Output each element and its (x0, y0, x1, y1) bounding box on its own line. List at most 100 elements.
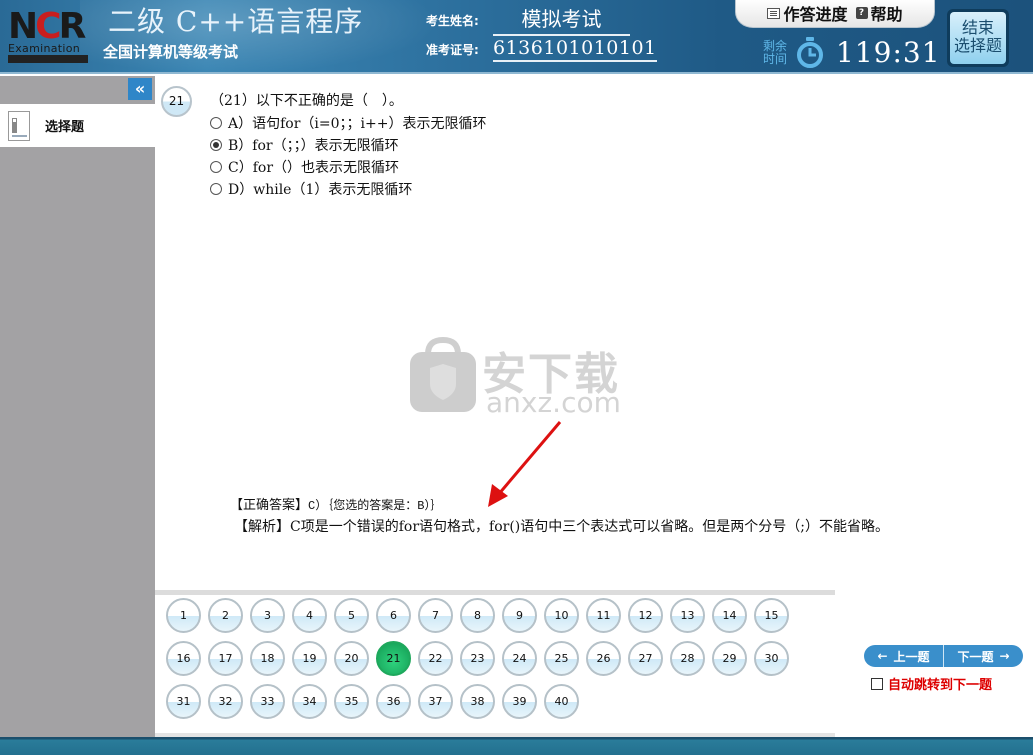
logo-subbar (8, 55, 88, 63)
question-button-4[interactable]: 4 (292, 598, 327, 633)
radio-a[interactable] (210, 117, 222, 129)
candidate-name-value: 模拟考试 (493, 3, 630, 36)
end-button-line1: 结束 (961, 18, 994, 37)
analysis-label: 【解析】 (234, 519, 290, 535)
watermark: 安下载 anxz.com (408, 336, 628, 421)
question-button-33[interactable]: 33 (250, 684, 285, 719)
question-button-38[interactable]: 38 (460, 684, 495, 719)
question-button-19[interactable]: 19 (292, 641, 327, 676)
question-button-5[interactable]: 5 (334, 598, 369, 633)
prev-question-button[interactable]: ← 上一题 (864, 645, 943, 667)
navigation-buttons: ← 上一题 下一题 → (864, 645, 1023, 667)
question-button-23[interactable]: 23 (460, 641, 495, 676)
correct-answer-value: C）｛您选的答案是：B）｝ (308, 499, 443, 513)
option-d[interactable]: D）while（1）表示无限循环 (210, 178, 486, 200)
option-c[interactable]: C）for（）也表示无限循环 (210, 156, 486, 178)
option-b-text: B）for（；；）表示无限循环 (228, 138, 399, 154)
question-button-3[interactable]: 3 (250, 598, 285, 633)
question-button-22[interactable]: 22 (418, 641, 453, 676)
sidebar: « 选择题 (0, 76, 155, 737)
question-button-1[interactable]: 1 (166, 598, 201, 633)
question-button-28[interactable]: 28 (670, 641, 705, 676)
question-number-badge: 21 (161, 86, 192, 117)
end-button-line2: 选择题 (953, 36, 1002, 55)
arrow-left-icon: ← (877, 649, 888, 663)
logo-letter-n: N (8, 6, 38, 47)
analysis: 【解析】C项是一个错误的for语句格式，for()语句中三个表达式可以省略。但是… (198, 516, 948, 538)
candidate-id-value: 6136101010101 (493, 37, 657, 62)
prev-label: 上一题 (893, 649, 930, 664)
logo-word: Examination (8, 42, 81, 55)
option-d-text: D）while（1）表示无限循环 (228, 182, 413, 198)
question-button-36[interactable]: 36 (376, 684, 411, 719)
question-button-20[interactable]: 20 (334, 641, 369, 676)
question-button-24[interactable]: 24 (502, 641, 537, 676)
question-button-39[interactable]: 39 (502, 684, 537, 719)
analysis-text: C项是一个错误的for语句格式，for()语句中三个表达式可以省略。但是两个分号… (290, 519, 889, 535)
candidate-name-label: 考生姓名: (426, 14, 479, 28)
logo-letter-r: R (58, 6, 87, 47)
option-a-text: A）语句for（i=0；；i++）表示无限循环 (228, 116, 487, 132)
question-button-27[interactable]: 27 (628, 641, 663, 676)
question-button-9[interactable]: 9 (502, 598, 537, 633)
progress-button[interactable]: 作答进度 (767, 1, 848, 25)
sidebar-item-label: 选择题 (45, 120, 85, 135)
footer-bar (0, 737, 1033, 755)
question-button-17[interactable]: 17 (208, 641, 243, 676)
option-b[interactable]: B）for（；；）表示无限循环 (210, 134, 486, 156)
grid-top-divider (155, 590, 835, 595)
question-button-10[interactable]: 10 (544, 598, 579, 633)
question-button-13[interactable]: 13 (670, 598, 705, 633)
header: NCR Examination 二级 C++语言程序 全国计算机等级考试 考生姓… (0, 0, 1033, 74)
next-question-button[interactable]: 下一题 → (943, 645, 1023, 667)
logo-letter-c: C (35, 6, 61, 47)
auto-jump-toggle[interactable]: 自动跳转到下一题 (871, 674, 992, 693)
question-button-12[interactable]: 12 (628, 598, 663, 633)
question-button-7[interactable]: 7 (418, 598, 453, 633)
radio-c[interactable] (210, 161, 222, 173)
question-button-21[interactable]: 21 (376, 641, 411, 676)
exam-subtitle: 全国计算机等级考试 (103, 43, 239, 61)
question-text: （21）以下不正确的是（ ）。 (210, 93, 403, 109)
question-button-15[interactable]: 15 (754, 598, 789, 633)
question-button-25[interactable]: 25 (544, 641, 579, 676)
sidebar-item-multiple-choice[interactable]: 选择题 (0, 104, 155, 147)
question-button-16[interactable]: 16 (166, 641, 201, 676)
auto-jump-label: 自动跳转到下一题 (888, 678, 993, 693)
remaining-time-label: 剩余 时间 (763, 40, 787, 66)
help-button[interactable]: ? 帮助 (855, 1, 903, 25)
question-button-14[interactable]: 14 (712, 598, 747, 633)
question-button-34[interactable]: 34 (292, 684, 327, 719)
question-button-30[interactable]: 30 (754, 641, 789, 676)
red-arrow-annotation (488, 421, 562, 507)
countdown-timer: 119:31 (836, 36, 941, 69)
question-button-11[interactable]: 11 (586, 598, 621, 633)
radio-b[interactable] (210, 139, 222, 151)
radio-d[interactable] (210, 183, 222, 195)
question-button-8[interactable]: 8 (460, 598, 495, 633)
question-button-2[interactable]: 2 (208, 598, 243, 633)
help-label: 帮助 (870, 5, 903, 24)
question-button-32[interactable]: 32 (208, 684, 243, 719)
stopwatch-icon (797, 37, 823, 68)
question-button-6[interactable]: 6 (376, 598, 411, 633)
option-a[interactable]: A）语句for（i=0；；i++）表示无限循环 (210, 112, 486, 134)
question-button-35[interactable]: 35 (334, 684, 369, 719)
end-section-button[interactable]: 结束 选择题 (947, 9, 1009, 67)
watermark-bag-icon (410, 336, 476, 412)
option-c-text: C）for（）也表示无限循环 (228, 160, 400, 176)
question-button-29[interactable]: 29 (712, 641, 747, 676)
question-button-37[interactable]: 37 (418, 684, 453, 719)
progress-label: 作答进度 (783, 5, 848, 24)
help-icon: ? (855, 7, 868, 19)
options-list: A）语句for（i=0；；i++）表示无限循环 B）for（；；）表示无限循环 … (210, 112, 486, 200)
remaining-label-line2: 时间 (763, 52, 788, 66)
auto-jump-checkbox[interactable] (871, 677, 883, 690)
question-button-31[interactable]: 31 (166, 684, 201, 719)
question-button-26[interactable]: 26 (586, 641, 621, 676)
question-button-40[interactable]: 40 (544, 684, 579, 719)
correct-answer-label: 【正确答案】 (230, 498, 309, 513)
candidate-id-label: 准考证号: (426, 43, 479, 57)
question-button-18[interactable]: 18 (250, 641, 285, 676)
collapse-sidebar-button[interactable]: « (128, 78, 152, 100)
